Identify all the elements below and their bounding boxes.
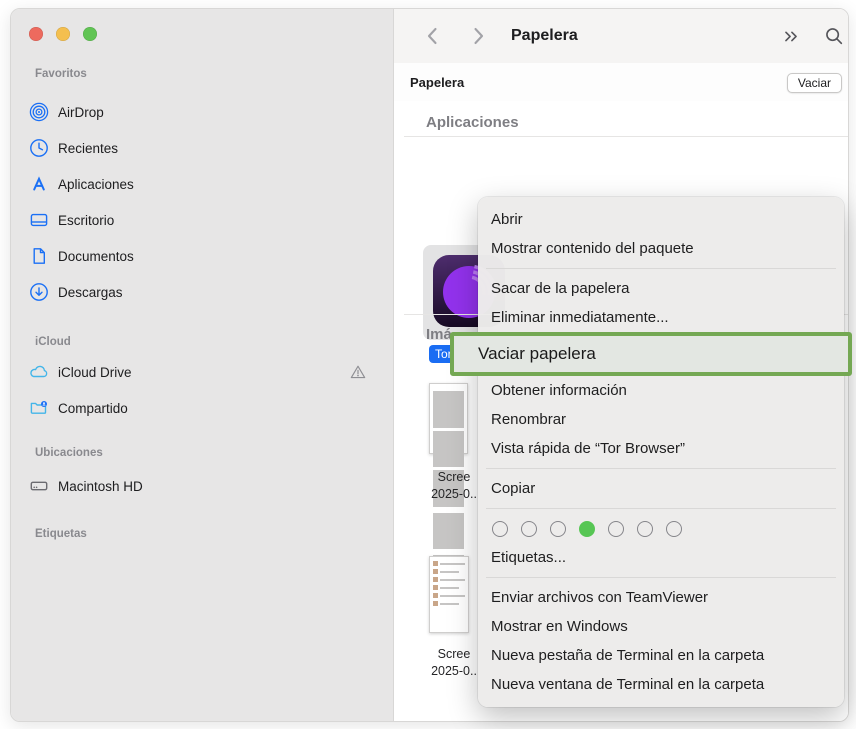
search-icon	[823, 25, 845, 47]
sidebar-section-favoritos: Favoritos	[35, 65, 87, 83]
menu-item-nueva-ventana-terminal[interactable]: Nueva ventana de Terminal en la carpeta	[478, 670, 844, 699]
menu-item-copiar[interactable]: Copiar	[478, 474, 844, 503]
sidebar-item-label: Compartido	[58, 401, 128, 416]
sidebar-item-icloud-drive[interactable]: iCloud Drive	[21, 357, 381, 387]
screenshot: Favoritos AirDrop Recientes Aplicaciones	[0, 0, 856, 729]
tag-circle-1[interactable]	[492, 521, 508, 537]
tag-circle-5[interactable]	[608, 521, 624, 537]
sidebar-item-escritorio[interactable]: Escritorio	[21, 205, 381, 235]
tag-circle-3[interactable]	[550, 521, 566, 537]
context-menu: Abrir Mostrar contenido del paquete Saca…	[478, 197, 844, 707]
more-toolbar-items-button[interactable]	[779, 24, 803, 48]
menu-item-eliminar-inmediatamente[interactable]: Eliminar inmediatamente...	[478, 303, 844, 332]
sidebar-section-ubicaciones: Ubicaciones	[35, 444, 103, 462]
warning-icon	[349, 363, 367, 381]
sidebar-item-descargas[interactable]: Descargas	[21, 277, 381, 307]
sidebar-item-label: Documentos	[58, 249, 134, 264]
file-screenshot-1-thumbnail[interactable]	[429, 383, 468, 454]
file-screenshot-2-thumbnail[interactable]	[429, 556, 469, 633]
menu-item-nueva-pestana-terminal[interactable]: Nueva pestaña de Terminal en la carpeta	[478, 641, 844, 670]
menu-item-vista-rapida[interactable]: Vista rápida de “Tor Browser”	[478, 434, 844, 463]
empty-trash-button[interactable]: Vaciar	[787, 73, 842, 93]
sidebar-item-label: Aplicaciones	[58, 177, 134, 192]
menu-item-obtener-informacion[interactable]: Obtener información	[478, 376, 844, 405]
tag-circle-4-green-selected[interactable]	[579, 521, 595, 537]
shared-folder-icon	[29, 398, 49, 418]
sidebar-item-label: Descargas	[58, 285, 123, 300]
menu-item-renombrar[interactable]: Renombrar	[478, 405, 844, 434]
tag-color-row	[478, 514, 844, 543]
desktop-icon	[29, 210, 49, 230]
section-header-imagenes: Imá	[426, 325, 452, 343]
sidebar-item-aplicaciones[interactable]: Aplicaciones	[21, 169, 381, 199]
sidebar-section-icloud: iCloud	[35, 333, 71, 351]
sidebar-item-label: Macintosh HD	[58, 479, 143, 494]
sidebar-item-compartido[interactable]: Compartido	[21, 393, 381, 423]
sidebar: Favoritos AirDrop Recientes Aplicaciones	[11, 9, 394, 721]
toolbar: Papelera	[394, 9, 848, 64]
airdrop-icon	[29, 102, 49, 122]
sidebar-item-recientes[interactable]: Recientes	[21, 133, 381, 163]
menu-item-vaciar-papelera-highlighted[interactable]: Vaciar papelera	[450, 332, 852, 376]
appstore-icon	[29, 174, 49, 194]
menu-item-enviar-archivos-teamviewer[interactable]: Enviar archivos con TeamViewer	[478, 583, 844, 612]
section-header-aplicaciones: Aplicaciones	[426, 113, 519, 131]
double-chevron-icon	[780, 25, 802, 47]
sidebar-item-label: Recientes	[58, 141, 118, 156]
close-button[interactable]	[29, 27, 43, 41]
chevron-left-icon	[421, 24, 445, 48]
sidebar-item-macintosh-hd[interactable]: Macintosh HD	[21, 471, 381, 501]
cloud-icon	[29, 362, 49, 382]
menu-item-sacar-de-la-papelera[interactable]: Sacar de la papelera	[478, 274, 844, 303]
window-title: Papelera	[511, 9, 578, 63]
tag-circle-7[interactable]	[666, 521, 682, 537]
search-button[interactable]	[822, 24, 846, 48]
menu-item-mostrar-en-windows[interactable]: Mostrar en Windows	[478, 612, 844, 641]
sidebar-item-airdrop[interactable]: AirDrop	[21, 97, 381, 127]
back-button[interactable]	[421, 24, 445, 48]
menu-item-label: Vaciar papelera	[478, 344, 596, 364]
sidebar-section-etiquetas: Etiquetas	[35, 525, 87, 543]
tag-circle-2[interactable]	[521, 521, 537, 537]
section-divider	[404, 136, 848, 137]
sidebar-item-label: iCloud Drive	[58, 365, 132, 380]
document-icon	[29, 246, 49, 266]
location-label: Papelera	[410, 63, 464, 101]
menu-separator	[486, 508, 836, 509]
harddrive-icon	[29, 476, 49, 496]
menu-separator	[486, 577, 836, 578]
menu-item-abrir[interactable]: Abrir	[478, 205, 844, 234]
clock-icon	[29, 138, 49, 158]
menu-separator	[486, 468, 836, 469]
status-bar: Papelera Vaciar	[394, 63, 848, 102]
menu-item-etiquetas[interactable]: Etiquetas...	[478, 543, 844, 572]
download-circle-icon	[29, 282, 49, 302]
minimize-button[interactable]	[56, 27, 70, 41]
zoom-button[interactable]	[83, 27, 97, 41]
chevron-right-icon	[466, 24, 490, 48]
sidebar-item-label: Escritorio	[58, 213, 114, 228]
forward-button[interactable]	[466, 24, 490, 48]
sidebar-item-label: AirDrop	[58, 105, 104, 120]
menu-separator	[486, 268, 836, 269]
tag-circle-6[interactable]	[637, 521, 653, 537]
menu-item-mostrar-contenido-del-paquete[interactable]: Mostrar contenido del paquete	[478, 234, 844, 263]
sidebar-item-documentos[interactable]: Documentos	[21, 241, 381, 271]
